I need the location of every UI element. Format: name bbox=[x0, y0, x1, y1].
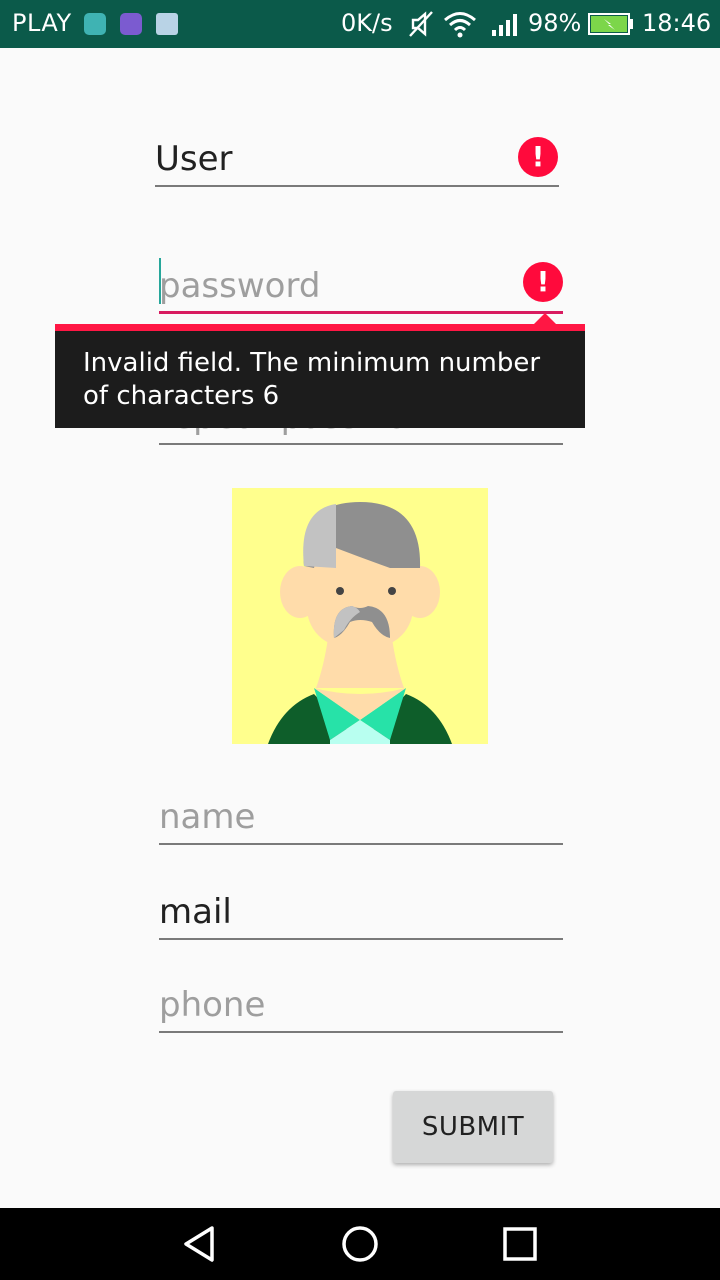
avatar-image[interactable] bbox=[232, 488, 488, 744]
phone-field-placeholder: phone bbox=[159, 985, 266, 1025]
user-error-icon[interactable]: ! bbox=[518, 137, 558, 177]
battery-charging-icon bbox=[588, 13, 633, 35]
back-icon[interactable] bbox=[180, 1224, 220, 1264]
user-field-underline bbox=[155, 185, 559, 187]
phone-field-underline bbox=[159, 1031, 563, 1033]
user-field[interactable]: User bbox=[155, 120, 559, 187]
mail-field[interactable]: mail bbox=[159, 884, 563, 940]
name-field-underline bbox=[159, 843, 563, 845]
phone-field[interactable]: phone bbox=[159, 978, 563, 1033]
recents-icon[interactable] bbox=[500, 1224, 540, 1264]
mail-field-value: mail bbox=[159, 892, 232, 932]
carrier-label: PLAY bbox=[12, 9, 72, 37]
navigation-bar bbox=[0, 1208, 720, 1280]
user-field-value: User bbox=[155, 139, 233, 179]
name-field[interactable]: name bbox=[159, 790, 563, 845]
password-field[interactable]: password bbox=[159, 250, 563, 314]
status-bar: PLAY 0K/s 98% 18:46 bbox=[0, 0, 720, 48]
battery-percent: 98% bbox=[528, 9, 582, 37]
wifi-icon bbox=[444, 12, 476, 38]
home-icon[interactable] bbox=[340, 1224, 380, 1264]
password-field-placeholder: password bbox=[159, 266, 321, 306]
submit-button[interactable]: SUBMIT bbox=[393, 1091, 553, 1163]
image-notification-icon bbox=[120, 13, 142, 35]
mail-notification-icon bbox=[156, 13, 178, 35]
clock: 18:46 bbox=[642, 9, 712, 37]
error-popup-arrow bbox=[534, 313, 556, 324]
mail-field-underline bbox=[159, 938, 563, 940]
name-field-placeholder: name bbox=[159, 797, 256, 837]
signal-icon bbox=[492, 14, 517, 36]
net-speed: 0K/s bbox=[341, 9, 393, 37]
repeat-password-field-underline bbox=[159, 443, 563, 445]
password-error-icon[interactable]: ! bbox=[523, 262, 563, 302]
error-popup-message: Invalid field. The minimum number of cha… bbox=[83, 348, 541, 411]
error-popup: Invalid field. The minimum number of cha… bbox=[55, 324, 585, 428]
android-notification-icon bbox=[84, 13, 106, 35]
mute-icon bbox=[409, 11, 433, 37]
password-field-underline bbox=[159, 311, 563, 314]
